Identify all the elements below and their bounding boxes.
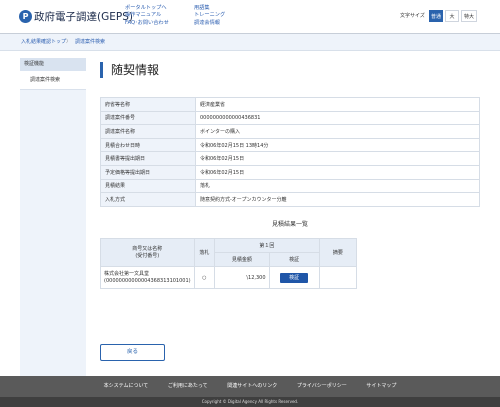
table-row: 見積合わせ日時 令和06年02月15日 13時14分 (100, 137, 480, 153)
copyright: Copyright © Digital Agency All Rights Re… (0, 397, 500, 407)
font-size-xlarge-button[interactable]: 特大 (461, 10, 477, 22)
case-name-label: 調達案件名称 (100, 124, 196, 139)
quote-deadline-value: 令和06年02月15日 (195, 151, 480, 166)
sidebar-heading: 検証機能 (20, 58, 86, 71)
font-size-normal-button[interactable]: 普通 (429, 10, 443, 22)
footer-links: 本システムについて ご利用にあたって 関連サイトへのリンク プライバシーポリシー… (0, 382, 500, 389)
quote-datetime-label: 見積合わせ日時 (100, 137, 196, 153)
training-link[interactable]: トレーニング (194, 12, 225, 19)
table-row: 株式会社第一文具堂 (0000000000000436831310100​1) … (100, 266, 358, 289)
sidebar-item-case-search[interactable]: 調達案件検索 (20, 71, 86, 90)
bid-method-value: 随意契約方式-オープンカウンター分離 (195, 192, 480, 207)
ministry-label: 府省等名称 (100, 97, 196, 112)
col-header-note: 摘要 (318, 238, 358, 267)
ministry-value: 経済産業省 (195, 97, 480, 112)
table-row: 府省等名称 経済産業省 (100, 97, 480, 112)
quote-datetime-value: 令和06年02月15日 13時14分 (195, 137, 480, 153)
back-button[interactable]: 戻る (100, 344, 165, 361)
footer-link-sitemap[interactable]: サイトマップ (366, 383, 396, 389)
col-header-amount: 見積金額 (214, 252, 270, 267)
table-row: 調達案件番号 0000000000000436831 (100, 110, 480, 126)
font-size-large-button[interactable]: 大 (445, 10, 459, 22)
quote-amount: \12,300 (214, 266, 270, 289)
header-links-primary: ポータルトップへ 操作マニュアル FAQ･お問い合わせ (125, 5, 169, 27)
table-row: 見積書等提出期日 令和06年02月15日 (100, 151, 480, 166)
breadcrumb-item-search[interactable]: 調達案件検索 (75, 34, 105, 50)
site-title[interactable]: 政府電子調達(GEPS) (34, 9, 133, 24)
footer-link-usage[interactable]: ご利用にあたって (168, 383, 208, 389)
award-mark: ○ (193, 266, 216, 289)
sidebar: 検証機能 調達案件検索 (20, 58, 86, 376)
procurement-info-link[interactable]: 調達会情報 (194, 20, 225, 27)
col-header-detail: 検証 (268, 252, 320, 267)
table-row: 入札方式 随意契約方式-オープンカウンター分離 (100, 192, 480, 207)
bid-method-label: 入札方式 (100, 192, 196, 207)
page-title: 随契情報 (100, 62, 159, 78)
breadcrumb-separator-icon: 〉 (66, 39, 72, 45)
bidder-name: 株式会社第一文具堂 (104, 270, 150, 277)
case-name-value: ボインターの購入 (195, 124, 480, 139)
results-section-title: 見積結果一覧 (271, 221, 308, 228)
breadcrumb: 入札結果確認トップ 〉 調達案件検索 (0, 34, 500, 51)
footer-link-privacy[interactable]: プライバシーポリシー (297, 383, 347, 389)
footer-link-about[interactable]: 本システムについて (104, 383, 149, 389)
header-links-secondary: 用語集 トレーニング 調達会情報 (194, 5, 225, 27)
manual-link[interactable]: 操作マニュアル (125, 12, 169, 19)
table-row: 予定価格等提出期日 令和06年02月15日 (100, 164, 480, 180)
price-deadline-label: 予定価格等提出期日 (100, 164, 196, 180)
col-header-name: 商号又は名称 (受付番号) (100, 238, 195, 267)
quote-deadline-label: 見積書等提出期日 (100, 151, 196, 166)
detail-cell: 検証 (268, 266, 320, 289)
col-header-award: 落札 (193, 238, 216, 267)
col-header-round: 第１回 (214, 238, 320, 253)
detail-button[interactable]: 検証 (280, 272, 309, 283)
contract-info-table: 府省等名称 経済産業省 調達案件番号 0000000000000436831 調達案… (100, 97, 480, 207)
font-size-label: 文字サイズ (400, 13, 425, 19)
note-cell (318, 266, 358, 289)
price-deadline-value: 令和06年02月15日 (195, 164, 480, 180)
quote-result-value: 落札 (195, 178, 480, 194)
table-row: 調達案件名称 ボインターの購入 (100, 124, 480, 139)
geps-logo-icon[interactable]: P (19, 10, 32, 23)
case-number-label: 調達案件番号 (100, 110, 196, 126)
breadcrumb-item-top[interactable]: 入札結果確認トップ (21, 34, 66, 50)
faq-link[interactable]: FAQ･お問い合わせ (125, 20, 169, 27)
bidder-cell: 株式会社第一文具堂 (0000000000000436831310100​1) (100, 266, 195, 289)
bidder-receipt-number: (0000000000000436831310100​1) (104, 277, 191, 284)
footer-link-related-sites[interactable]: 関連サイトへのリンク (227, 383, 277, 389)
case-number-value: 0000000000000436831 (195, 110, 480, 126)
page-header: P 政府電子調達(GEPS) ポータルトップへ 操作マニュアル FAQ･お問い合… (0, 0, 500, 34)
table-row: 見積結果 落札 (100, 178, 480, 194)
quote-result-label: 見積結果 (100, 178, 196, 194)
quote-results-table: 商号又は名称 (受付番号) 落札 第１回 摘要 見積金額 検証 株式会社第一文具… (100, 238, 358, 289)
